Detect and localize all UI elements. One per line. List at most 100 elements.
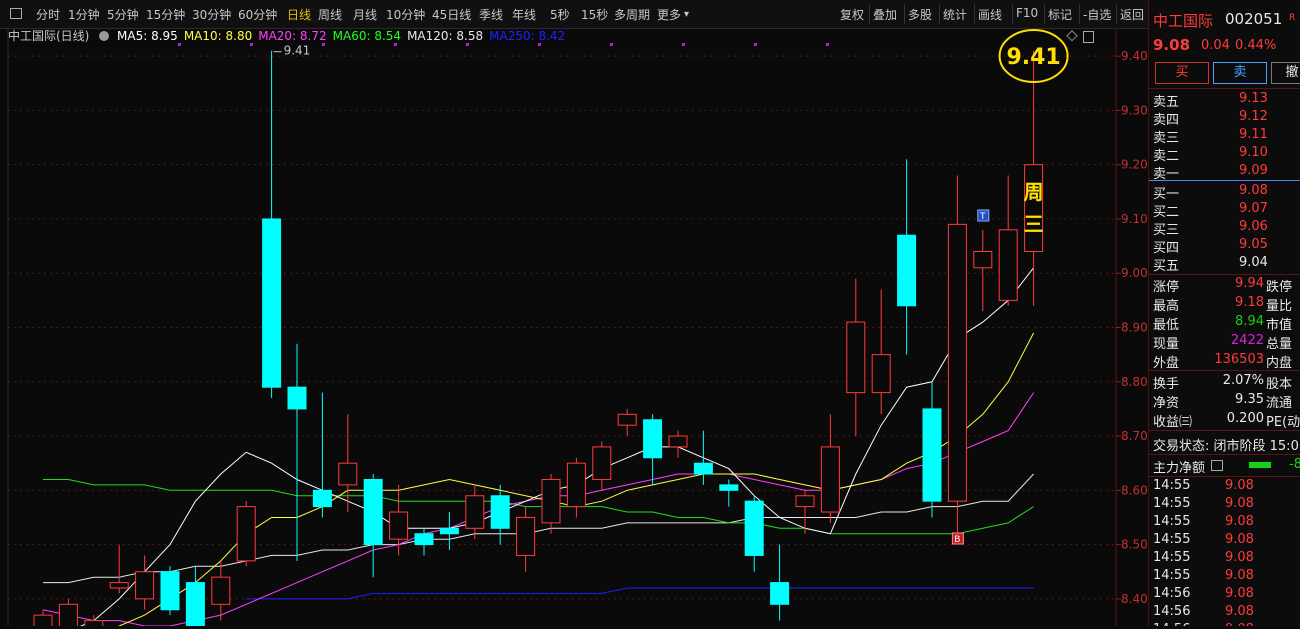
period-tab[interactable]: 10分钟 [386,6,425,23]
tick-time: 14:55 [1153,514,1191,529]
period-tab[interactable]: 周线 [318,6,342,23]
buy-button[interactable]: 买 [1155,62,1209,84]
period-tab[interactable]: 15分钟 [146,6,185,23]
candle-body [58,603,78,629]
stock-period-label: 中工国际(日线) [8,29,90,43]
tick-time: 14:56 [1153,604,1191,619]
margin-badge: R [1289,13,1296,23]
candle-body [820,446,840,513]
toolbar-button[interactable]: 画线 [978,6,1002,23]
bid-level-label: 买二 [1153,205,1180,220]
toolbar-button[interactable]: 叠加 [873,6,897,23]
candle [185,566,205,629]
period-tab[interactable]: 5分钟 [107,6,139,23]
period-tab[interactable]: 日线 [287,6,311,23]
stat-label: 净资 [1153,396,1180,411]
annotations: 9.41 9.41 周三 T B [178,29,1078,545]
main-flow-value: -8 [1289,457,1300,472]
candle [541,474,561,534]
panel-toggle-icon[interactable] [10,8,22,19]
ma-lines [42,267,1035,629]
cancel-button[interactable]: 撤 [1271,62,1300,84]
candle [846,278,866,437]
period-tab[interactable]: 45日线 [432,6,471,23]
signal-dot [322,43,325,46]
period-tab[interactable]: 15秒 [581,6,608,23]
candle-body [947,223,967,502]
period-tab[interactable]: 更多 [657,6,681,23]
candle [363,474,383,578]
toolbar-button[interactable]: 多股 [908,6,932,23]
tick-time: 14:55 [1153,550,1191,565]
candle [973,229,993,312]
ma250-line [246,587,1034,600]
stat-value: 2.07% [1222,373,1264,388]
signal-dot [394,43,397,46]
kline-chart[interactable]: 9.40 9.30 9.20 9.10 9.00 8.90 8.80 8.70 8.60 8.50… [0,29,1148,629]
period-tab[interactable]: 季线 [479,6,503,23]
candle [693,430,713,485]
candle-body [490,495,510,529]
period-tab[interactable]: 1分钟 [68,6,100,23]
ma-legend-item: MA250: 8.42 [489,29,566,43]
candle [211,560,231,621]
candle [490,484,510,545]
period-tab[interactable]: 多周期 [614,6,650,23]
stock-name: 中工国际 [1153,12,1214,30]
quote-row: 卖一 9.09 [1149,163,1300,182]
candle-body [363,478,383,546]
toolbar-button[interactable]: 返回 [1120,6,1144,23]
candle-body [109,582,129,589]
period-tab[interactable]: 分时 [36,6,60,23]
candle [643,414,663,485]
toolbar-button[interactable]: -自选 [1083,6,1111,23]
candle-body [262,218,282,388]
toolbar-button[interactable]: F10 [1016,6,1038,20]
collapse-icon[interactable] [1083,31,1094,43]
candle [236,501,256,567]
chart-canvas[interactable]: 9.40 9.30 9.20 9.10 9.00 8.90 8.80 8.70 8.60 8.50… [0,29,1148,629]
sell-button[interactable]: 卖 [1213,62,1267,84]
period-tab[interactable]: 5秒 [550,6,570,23]
quote-row: 14:55 9.08 [1149,514,1300,532]
settings-gear-icon[interactable] [99,31,110,41]
quote-row: 买一 9.08 [1149,183,1300,202]
period-tab[interactable]: 60分钟 [238,6,277,23]
candle-body [770,582,790,605]
candle [312,392,332,518]
toolbar-button[interactable]: 统计 [943,6,967,23]
candle-body [719,484,739,491]
period-tab[interactable]: 年线 [512,6,536,23]
quote-row: 14:55 9.08 [1149,532,1300,550]
quote-row: 14:56 9.08 [1149,586,1300,604]
period-tab[interactable]: 30分钟 [192,6,231,23]
tick-time: 14:55 [1153,478,1191,493]
candle [465,484,485,540]
stat-value: 9.18 [1235,295,1264,310]
quote-row: 收益㈢ 0.200 PE(动 [1149,411,1300,430]
signal-dot [754,43,757,46]
candle [744,495,764,572]
quote-row: 买三 9.06 [1149,219,1300,238]
t-signal-text: T [979,212,986,222]
toolbar-button[interactable]: 标记 [1048,6,1072,23]
period-toolbar: 分时 1分钟 5分钟 15分钟 30分钟 60分钟 日线 周线 月线 10分钟 45日线 季线 年线 5秒… [0,0,1148,29]
toolbar-button[interactable]: 复权 [840,6,864,23]
high-price-label: 9.41 [284,44,311,58]
list-icon[interactable] [1211,460,1223,471]
ma-legend-item: MA5: 8.95 [117,29,178,43]
quote-row: 买四 9.05 [1149,237,1300,256]
ask-level-label: 卖四 [1153,113,1180,128]
candle [262,50,282,399]
signal-dot [538,43,541,46]
candle-body [922,408,942,502]
signal-dot [610,43,613,46]
candle-body [566,462,586,508]
tick-time: 14:56 [1153,622,1190,626]
stat-value: 2422 [1230,333,1264,348]
more-dropdown-icon[interactable]: ▾ [684,9,689,20]
quote-row: 最高 9.18 量比 [1149,295,1300,314]
period-tab[interactable]: 月线 [353,6,377,23]
candle-body [84,620,104,629]
candle-body [33,614,53,629]
